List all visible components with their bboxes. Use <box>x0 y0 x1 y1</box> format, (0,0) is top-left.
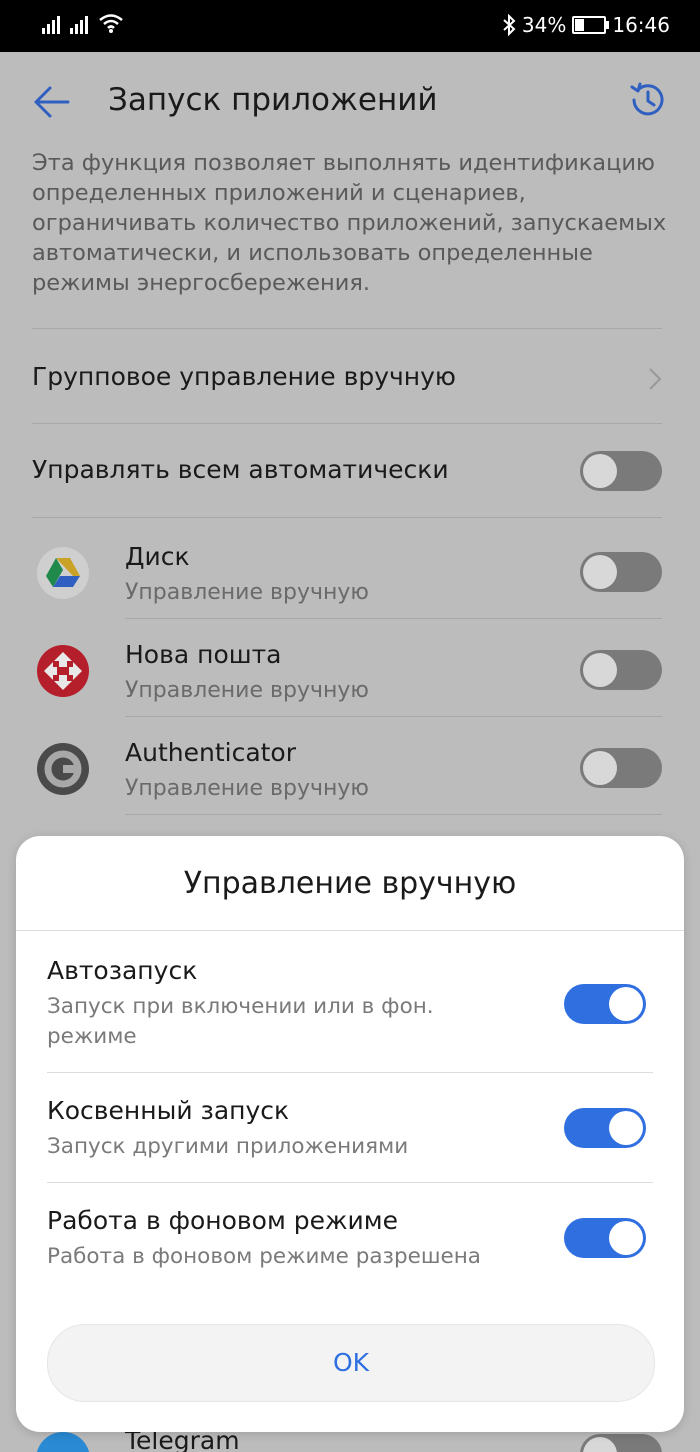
app-row-disk: Диск Управление вручную <box>0 522 700 620</box>
app-status: Управление вручную <box>125 776 369 801</box>
signal-icon <box>42 12 60 34</box>
divider <box>47 1182 653 1183</box>
divider <box>16 930 684 931</box>
option-title: Косвенный запуск <box>47 1096 290 1125</box>
option-title: Работа в фоновом режиме <box>47 1206 399 1235</box>
app-name: Диск <box>125 542 190 571</box>
toggle-knob <box>583 1437 617 1452</box>
option-subtitle: Запуск другими приложениями <box>47 1134 409 1159</box>
option-title: Автозапуск <box>47 956 198 985</box>
option-subtitle: Запуск при включении или в фон. режиме <box>47 994 434 1049</box>
chevron-right-icon <box>649 368 662 390</box>
wifi-icon <box>99 14 123 33</box>
page-title: Запуск приложений <box>108 82 438 118</box>
google-drive-icon <box>37 547 89 599</box>
clock: 16:46 <box>612 13 670 37</box>
divider <box>32 517 662 518</box>
toggle-knob <box>609 1221 643 1255</box>
divider <box>125 618 662 619</box>
app-launch-screen: Запуск приложений Эта функция позволяет … <box>0 52 700 1452</box>
background-toggle[interactable] <box>564 1218 646 1258</box>
divider <box>125 716 662 717</box>
toggle-knob <box>583 454 617 488</box>
arrow-left-icon[interactable] <box>28 80 78 124</box>
option-subtitle: Работа в фоновом режиме разрешена <box>47 1244 481 1269</box>
battery-fill <box>575 19 585 31</box>
toggle-knob <box>583 555 617 589</box>
status-right: 34% 16:46 <box>502 13 670 37</box>
auto-manage-label: Управлять всем автоматически <box>32 455 449 484</box>
app-toggle-nova-poshta[interactable] <box>580 650 662 690</box>
toggle-knob <box>583 653 617 687</box>
authenticator-icon <box>37 743 89 795</box>
autostart-toggle[interactable] <box>564 984 646 1024</box>
group-manage-label: Групповое управление вручную <box>32 362 456 391</box>
app-name: Authenticator <box>125 738 297 767</box>
divider <box>32 328 662 329</box>
bluetooth-icon <box>503 14 516 36</box>
toggle-knob <box>609 1111 643 1145</box>
manual-control-dialog: Управление вручную Автозапуск Запуск при… <box>16 836 684 1432</box>
battery-icon <box>572 16 610 34</box>
status-left <box>42 12 124 34</box>
app-name: Нова пошта <box>125 640 282 669</box>
description: Эта функция позволяет выполнять идентифи… <box>32 150 667 296</box>
app-row-nova-poshta: Нова пошта Управление вручную <box>0 620 700 718</box>
clock-history-icon[interactable] <box>626 78 670 122</box>
divider <box>47 1072 653 1073</box>
indirect-launch-toggle[interactable] <box>564 1108 646 1148</box>
toggle-knob <box>583 751 617 785</box>
nova-poshta-icon <box>37 645 89 697</box>
toggle-knob <box>609 987 643 1021</box>
app-row-authenticator: Authenticator Управление вручную <box>0 718 700 816</box>
divider <box>32 423 662 424</box>
app-name: Telegram <box>125 1432 240 1452</box>
app-toggle-telegram[interactable] <box>580 1434 662 1452</box>
app-toggle-disk[interactable] <box>580 552 662 592</box>
telegram-icon <box>36 1432 90 1452</box>
app-status: Управление вручную <box>125 678 369 703</box>
auto-manage-toggle[interactable] <box>580 451 662 491</box>
dialog-title: Управление вручную <box>183 866 517 901</box>
ok-button[interactable]: OK <box>47 1324 655 1402</box>
battery-percent: 34% <box>521 13 567 37</box>
app-toggle-authenticator[interactable] <box>580 748 662 788</box>
header: Запуск приложений <box>0 52 700 152</box>
status-bar: 34% 16:46 <box>0 0 700 52</box>
divider <box>125 814 662 815</box>
signal-icon <box>70 12 88 34</box>
app-status: Управление вручную <box>125 580 369 605</box>
app-row-telegram: Telegram <box>0 1432 700 1452</box>
